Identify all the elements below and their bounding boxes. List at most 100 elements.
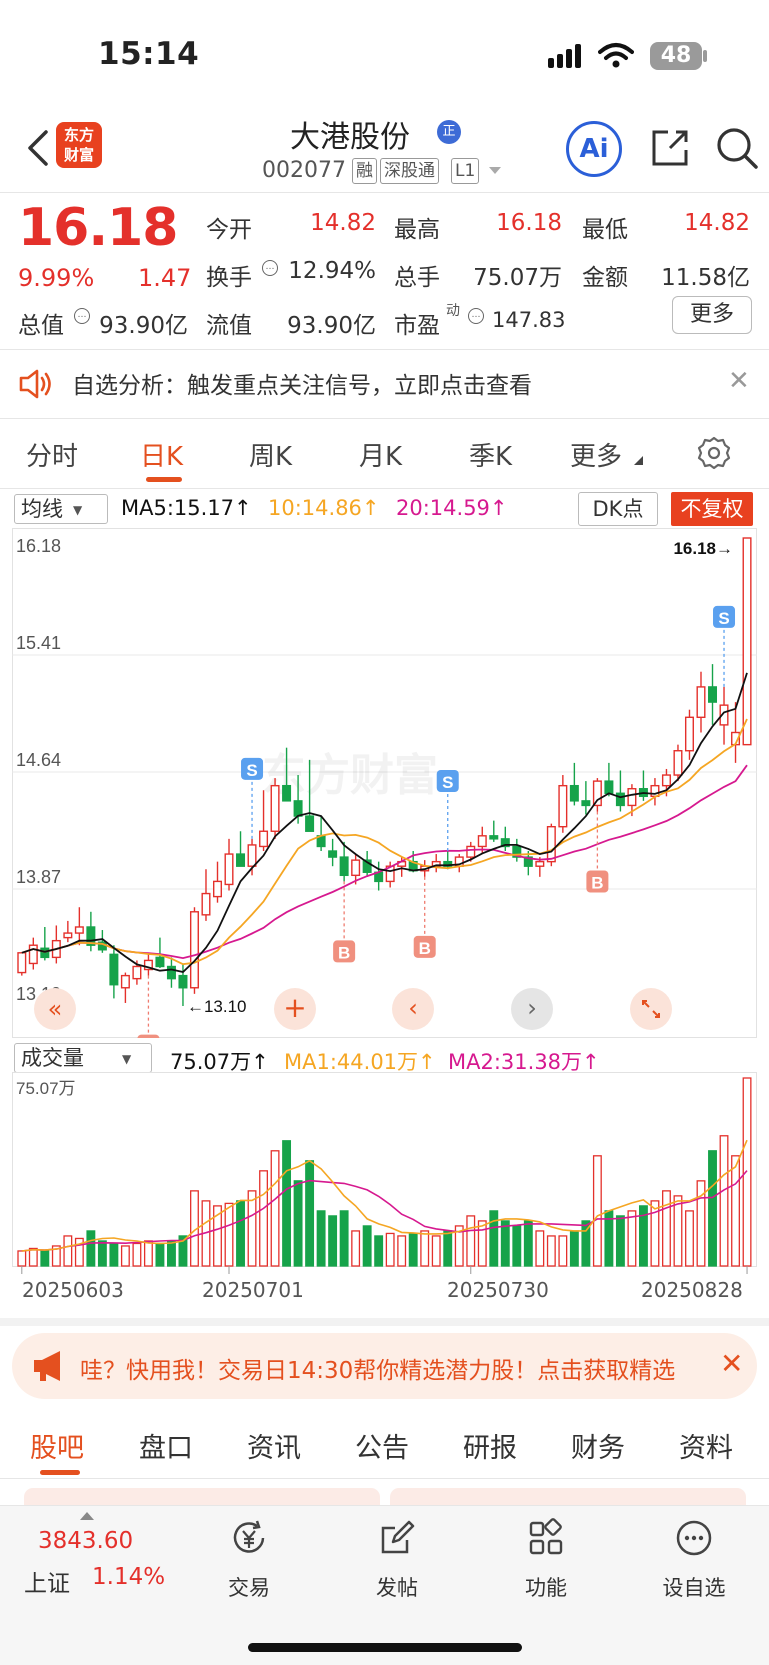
volume-bar bbox=[535, 1230, 545, 1267]
tab-news[interactable]: 资讯 bbox=[247, 1426, 301, 1465]
tab-weekly-k[interactable]: 周K bbox=[249, 436, 292, 473]
tab-daily-k[interactable]: 日K bbox=[140, 436, 183, 473]
search-icon[interactable] bbox=[715, 126, 759, 170]
volume-bar bbox=[97, 1240, 107, 1267]
signal-icon bbox=[548, 44, 581, 68]
signal-label: B bbox=[591, 874, 603, 893]
close-icon[interactable]: ✕ bbox=[728, 366, 750, 396]
amount-value: 11.58亿 bbox=[661, 265, 750, 291]
volume-indicator-select[interactable]: 成交量 ▼ bbox=[14, 1043, 152, 1073]
trade-label[interactable]: 交易 bbox=[199, 1572, 299, 1602]
dk-point-button[interactable]: DK点 bbox=[578, 492, 658, 526]
scroll-left-icon[interactable]: ‹ bbox=[392, 988, 434, 1030]
zoom-in-icon[interactable]: + bbox=[274, 988, 316, 1030]
volume-bar bbox=[86, 1230, 96, 1267]
tab-order-book[interactable]: 盘口 bbox=[139, 1426, 193, 1465]
add-watchlist-label[interactable]: 设自选 bbox=[644, 1572, 744, 1602]
more-button[interactable]: 更多 bbox=[672, 296, 752, 334]
volume-bar bbox=[477, 1220, 487, 1267]
amount-label: 金额 bbox=[582, 265, 628, 291]
caret-up-icon[interactable] bbox=[80, 1512, 94, 1520]
tab-timeshare[interactable]: 分时 bbox=[26, 436, 78, 473]
indicator-select[interactable]: 均线 ▼ bbox=[14, 494, 108, 524]
candle-body bbox=[132, 965, 142, 980]
volume-bar bbox=[236, 1200, 245, 1267]
section-gap bbox=[0, 1318, 769, 1326]
candle-body bbox=[247, 844, 257, 867]
candle-body bbox=[673, 750, 683, 776]
stock-name: 大港股份 bbox=[290, 120, 410, 155]
info-icon[interactable]: … bbox=[468, 308, 484, 324]
ma10-label: 10:14.86↑ bbox=[268, 496, 380, 520]
candle-body bbox=[339, 856, 349, 877]
candle-body bbox=[270, 784, 280, 832]
tab-profile[interactable]: 资料 bbox=[679, 1426, 733, 1465]
signal-label: S bbox=[718, 609, 729, 628]
promo-banner[interactable]: 哇？快用我！交易日14:30帮你精选潜力股！点击获取精选 ✕ bbox=[12, 1333, 757, 1399]
y-tick-label: 13.87 bbox=[16, 867, 61, 887]
high-value: 16.18 bbox=[496, 210, 562, 236]
volume-bar bbox=[685, 1210, 694, 1267]
change-amount: 1.47 bbox=[138, 264, 192, 292]
index-value[interactable]: 3843.60 bbox=[38, 1528, 133, 1554]
index-name[interactable]: 上证 bbox=[24, 1564, 70, 1598]
tab-announcements[interactable]: 公告 bbox=[355, 1426, 409, 1465]
tab-more[interactable]: 更多 bbox=[570, 436, 622, 473]
home-indicator bbox=[248, 1643, 522, 1652]
no-adjust-button[interactable]: 不复权 bbox=[671, 492, 753, 526]
candle-body bbox=[282, 784, 292, 802]
eastmoney-logo: 东方 财富 bbox=[56, 122, 102, 168]
function-label[interactable]: 功能 bbox=[496, 1572, 596, 1602]
mktcap-value: 93.90亿 bbox=[99, 313, 188, 339]
more-options-icon[interactable] bbox=[674, 1518, 714, 1558]
volume-bar bbox=[512, 1225, 522, 1267]
info-icon[interactable]: … bbox=[262, 260, 278, 276]
volume-chart[interactable]: 75.07万 bbox=[12, 1072, 757, 1282]
ai-button[interactable]: Ai bbox=[566, 121, 622, 177]
signal-label: S bbox=[442, 773, 453, 792]
promo-text[interactable]: 哇？快用我！交易日14:30帮你精选潜力股！点击获取精选 bbox=[80, 1351, 675, 1385]
wifi-icon bbox=[598, 43, 634, 68]
info-icon[interactable]: … bbox=[74, 308, 90, 324]
gear-icon[interactable] bbox=[697, 436, 731, 470]
scroll-right-icon[interactable]: › bbox=[511, 988, 553, 1030]
close-icon[interactable]: ✕ bbox=[712, 1347, 744, 1380]
tag-margin: 融 bbox=[352, 158, 377, 184]
turnover-label: 换手 bbox=[206, 265, 252, 291]
volume-bar bbox=[167, 1240, 176, 1267]
tab-research[interactable]: 研报 bbox=[463, 1426, 517, 1465]
rewind-icon[interactable]: « bbox=[34, 988, 76, 1030]
candle-body bbox=[155, 956, 165, 968]
candle-body bbox=[661, 774, 671, 787]
signal-label: S bbox=[246, 761, 257, 780]
candle-body bbox=[74, 926, 84, 934]
volume-bar bbox=[293, 1180, 303, 1267]
candle-body bbox=[213, 880, 222, 898]
tab-quarterly-k[interactable]: 季K bbox=[469, 436, 512, 473]
candle-body bbox=[17, 952, 27, 974]
tab-monthly-k[interactable]: 月K bbox=[359, 436, 402, 473]
trade-icon[interactable] bbox=[229, 1518, 269, 1558]
volume-bar bbox=[719, 1135, 729, 1267]
share-icon[interactable] bbox=[648, 126, 692, 170]
post-label[interactable]: 发帖 bbox=[347, 1572, 447, 1602]
min-price-label: ←13.10 bbox=[187, 997, 247, 1016]
tab-financials[interactable]: 财务 bbox=[571, 1426, 625, 1465]
candle-body bbox=[178, 974, 188, 989]
change-percent: 9.99% bbox=[18, 264, 95, 292]
tab-forum[interactable]: 股吧 bbox=[30, 1426, 84, 1465]
volume-bar bbox=[708, 1150, 717, 1267]
candle-body bbox=[328, 850, 338, 858]
volume-bar bbox=[443, 1230, 453, 1267]
apps-icon[interactable] bbox=[526, 1518, 566, 1558]
edit-post-icon[interactable] bbox=[377, 1518, 417, 1558]
fullscreen-icon[interactable] bbox=[630, 988, 672, 1030]
quote-divider bbox=[0, 349, 769, 350]
back-icon[interactable] bbox=[20, 128, 60, 168]
index-change[interactable]: 1.14% bbox=[92, 1564, 165, 1590]
notice-text[interactable]: 自选分析：触发重点关注信号，立即点击查看 bbox=[72, 366, 532, 400]
chevron-down-icon[interactable] bbox=[488, 166, 502, 176]
battery-icon: 48 bbox=[650, 42, 702, 70]
kline-chart[interactable]: 16.1815.4114.6413.8713.10东方财富BSBBSBS16.1… bbox=[12, 528, 757, 1038]
volume-bar bbox=[270, 1150, 280, 1267]
